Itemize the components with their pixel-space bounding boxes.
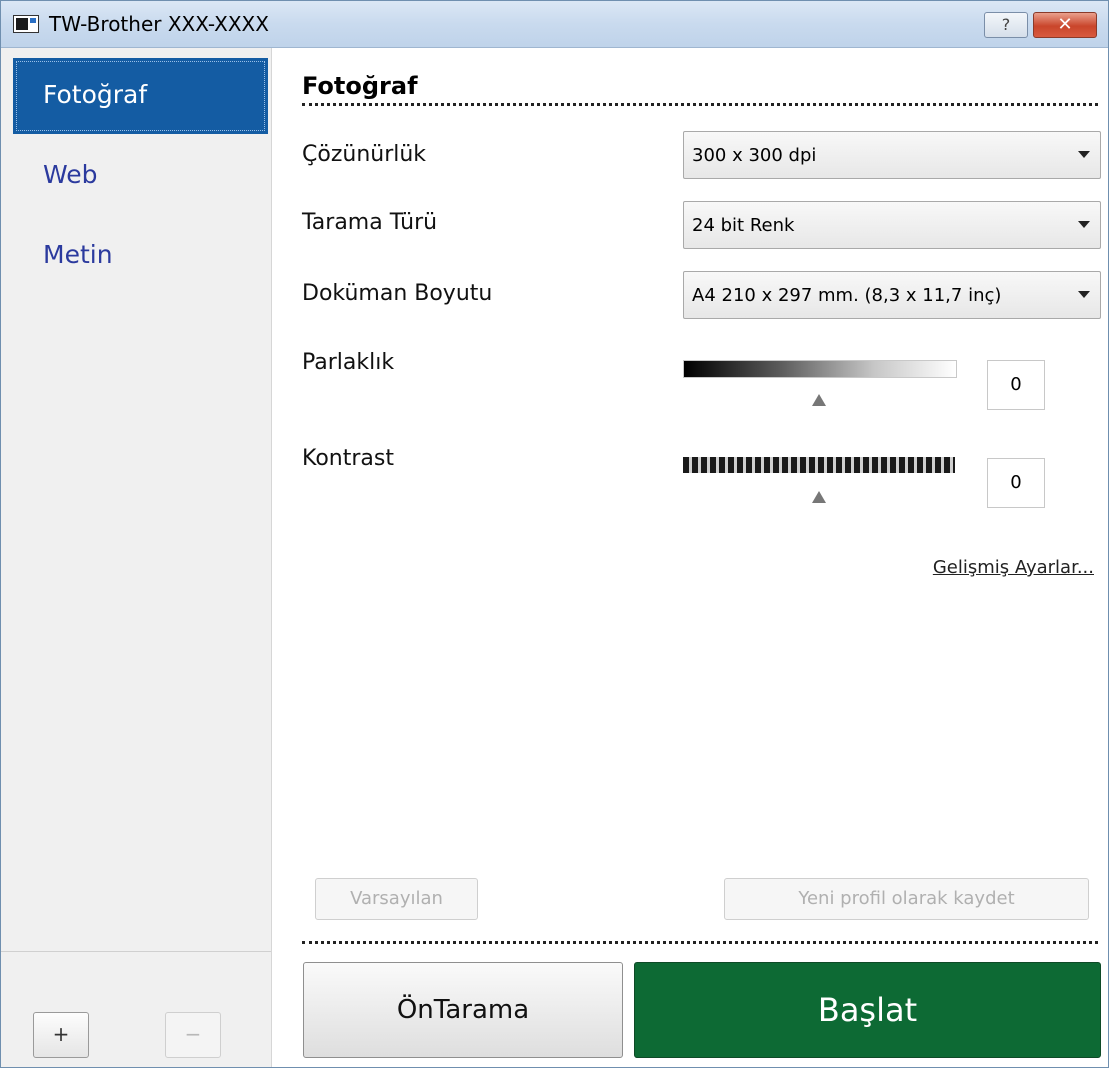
resolution-label: Çözünürlük: [302, 142, 427, 167]
brightness-slider-track[interactable]: [683, 360, 957, 378]
contrast-slider-thumb[interactable]: [812, 491, 826, 503]
profile-sidebar: Fotoğraf Web Metin + −: [1, 48, 272, 1067]
start-button[interactable]: Başlat: [634, 962, 1101, 1058]
settings-panel: Fotoğraf Çözünürlük 300 x 300 dpi Tarama…: [272, 48, 1108, 1067]
document-size-label: Doküman Boyutu: [302, 281, 493, 306]
contrast-label: Kontrast: [302, 446, 394, 471]
contrast-slider-track[interactable]: [683, 457, 955, 473]
help-icon: ?: [1001, 15, 1011, 34]
plus-icon: +: [52, 1022, 70, 1046]
scan-dialog: TW-Brother XXX-XXXX ? ✕ Fotoğraf Web Met…: [0, 0, 1109, 1068]
chevron-down-icon: [1078, 151, 1090, 158]
footer-divider: [302, 941, 1098, 944]
resolution-select[interactable]: 300 x 300 dpi: [683, 131, 1101, 179]
sidebar-item-label: Metin: [43, 240, 113, 269]
close-button[interactable]: ✕: [1033, 12, 1097, 38]
sidebar-divider: [1, 951, 271, 952]
page-title: Fotoğraf: [302, 72, 418, 100]
sidebar-item-metin[interactable]: Metin: [13, 218, 268, 294]
brightness-slider-thumb[interactable]: [812, 394, 826, 406]
default-button[interactable]: Varsayılan: [315, 878, 478, 920]
scan-type-label: Tarama Türü: [302, 210, 438, 235]
scanner-window-icon: [13, 15, 39, 33]
brightness-value-field[interactable]: 0: [987, 360, 1045, 410]
sidebar-item-label: Web: [43, 160, 98, 189]
save-profile-button[interactable]: Yeni profil olarak kaydet: [724, 878, 1089, 920]
resolution-value: 300 x 300 dpi: [692, 145, 817, 166]
scan-type-select[interactable]: 24 bit Renk: [683, 201, 1101, 249]
sidebar-item-web[interactable]: Web: [13, 138, 268, 214]
document-size-value: A4 210 x 297 mm. (8,3 x 11,7 inç): [692, 285, 1002, 306]
contrast-value-field[interactable]: 0: [987, 458, 1045, 508]
close-icon: ✕: [1057, 14, 1073, 35]
chevron-down-icon: [1078, 221, 1090, 228]
heading-divider: [302, 103, 1098, 106]
brightness-label: Parlaklık: [302, 350, 395, 375]
help-button[interactable]: ?: [984, 12, 1028, 38]
title-bar: TW-Brother XXX-XXXX ? ✕: [1, 1, 1108, 48]
chevron-down-icon: [1078, 291, 1090, 298]
document-size-select[interactable]: A4 210 x 297 mm. (8,3 x 11,7 inç): [683, 271, 1101, 319]
add-profile-button[interactable]: +: [33, 1012, 89, 1058]
advanced-settings-link[interactable]: Gelişmiş Ayarlar...: [933, 557, 1094, 578]
sidebar-item-label: Fotoğraf: [43, 80, 148, 109]
sidebar-item-fotograf[interactable]: Fotoğraf: [13, 58, 268, 134]
prescan-button[interactable]: ÖnTarama: [303, 962, 623, 1058]
scan-type-value: 24 bit Renk: [692, 215, 795, 236]
minus-icon: −: [184, 1022, 202, 1046]
window-title: TW-Brother XXX-XXXX: [49, 12, 269, 36]
remove-profile-button[interactable]: −: [165, 1012, 221, 1058]
